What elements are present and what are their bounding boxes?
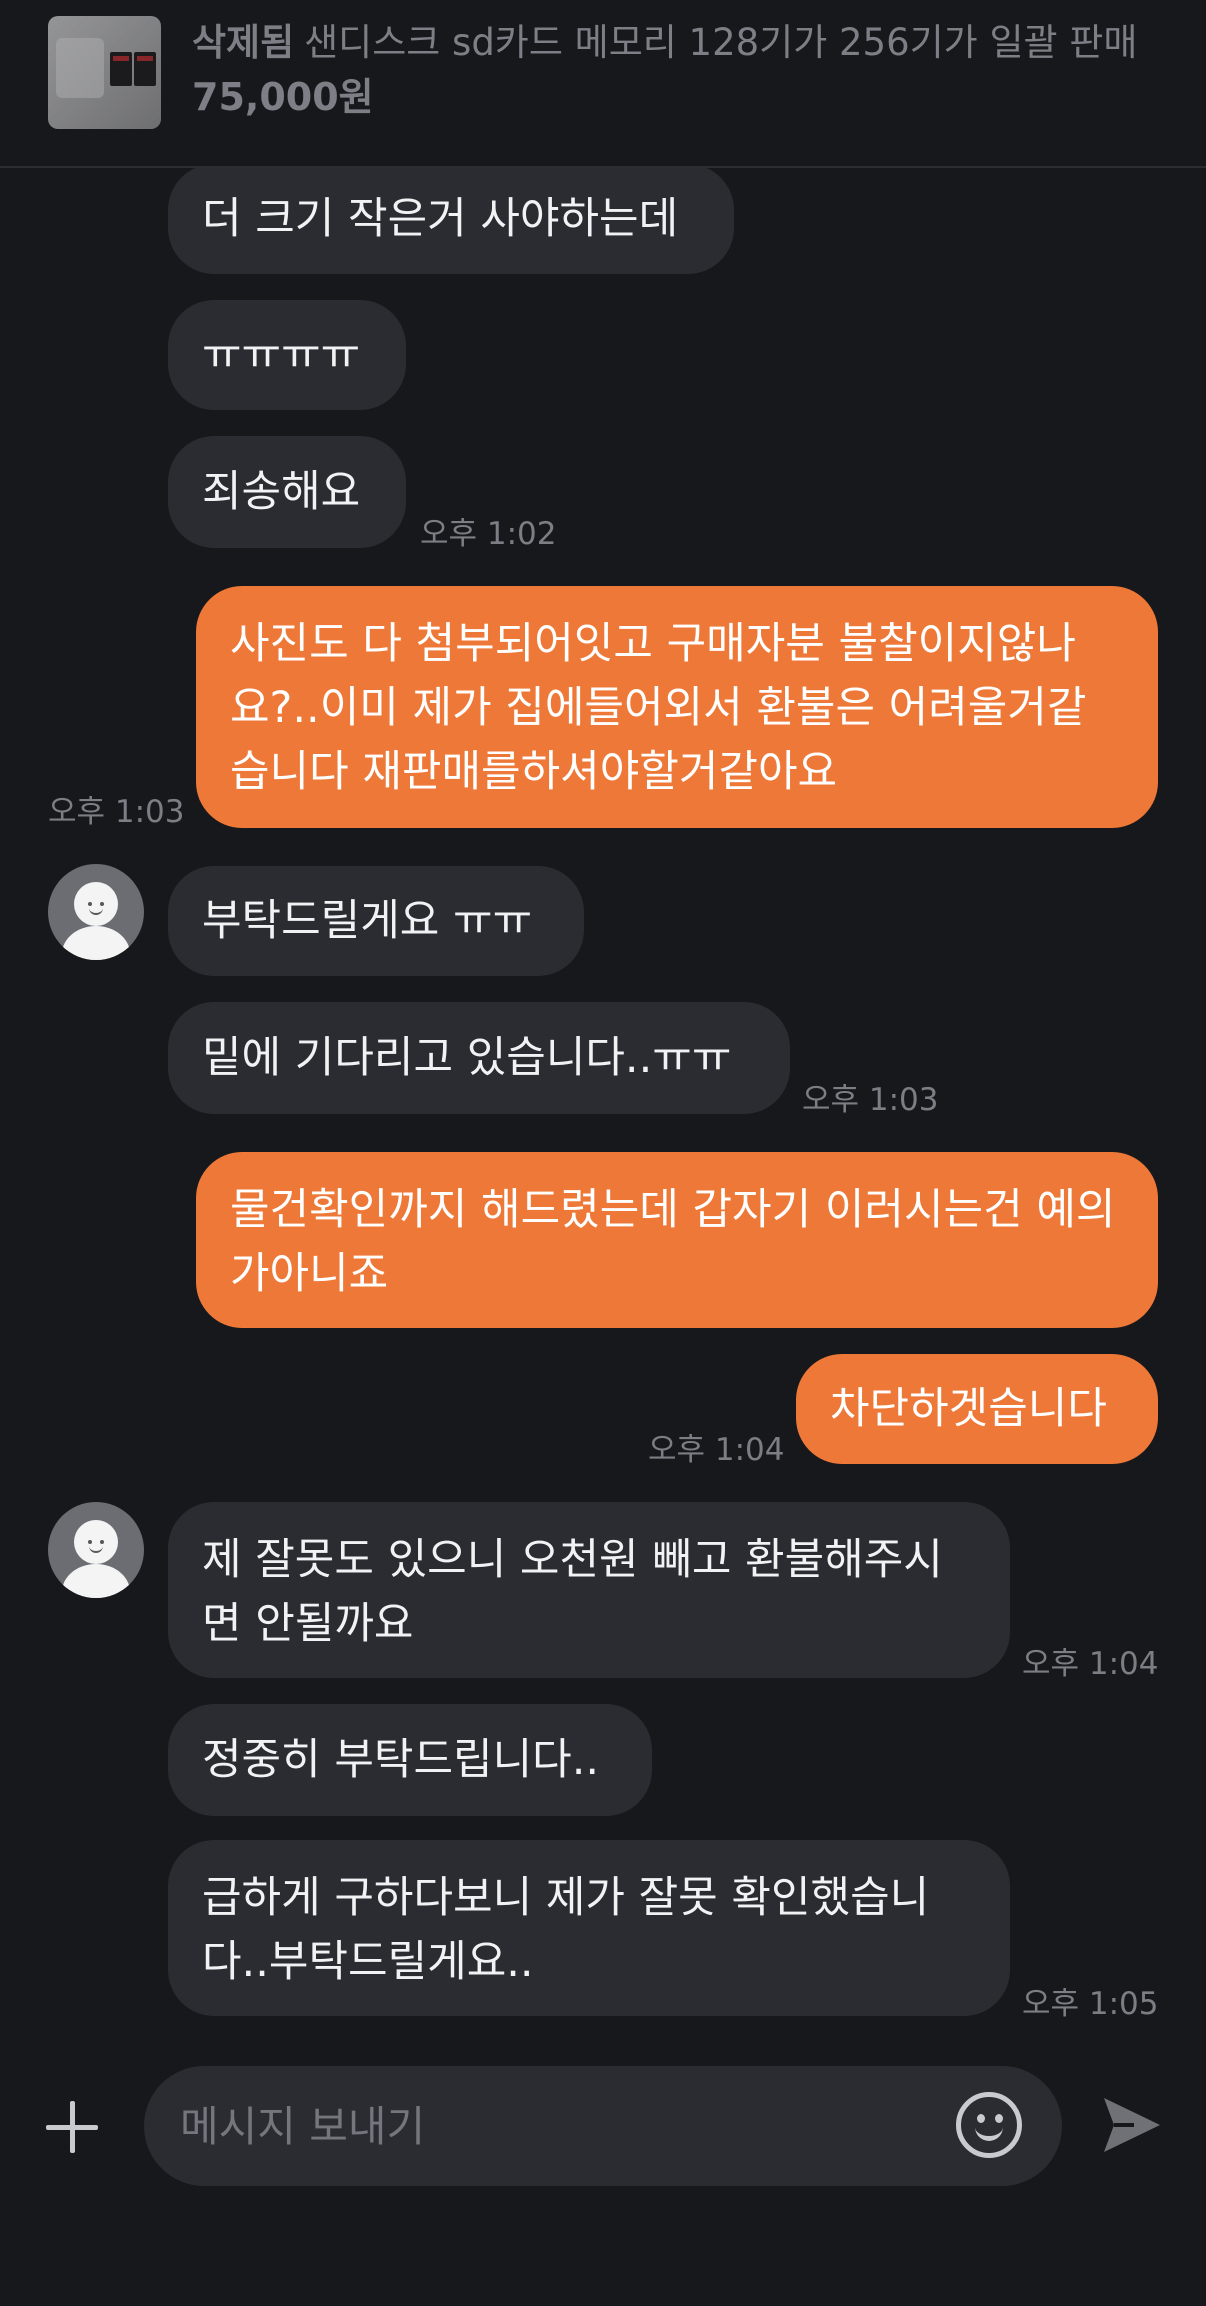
message-text: 차단하겟습니다 xyxy=(830,1384,1107,1434)
emoji-mouth xyxy=(975,2127,1003,2141)
product-header[interactable]: 삭제됨 샌디스크 sd카드 메모리 128기가 256기가 일괄 판매 75,00… xyxy=(0,0,1206,168)
message-input[interactable] xyxy=(180,2094,960,2158)
avatar-eye xyxy=(88,902,92,906)
message-text: 더 크기 작은거 사야하는데 xyxy=(202,194,679,244)
message-time: 오후 1:03 xyxy=(802,1082,939,1118)
message-bubble-incoming: 급하게 구하다보니 제가 잘못 확인했습니다..부탁드릴게요.. xyxy=(168,1840,1010,2016)
message-composer xyxy=(144,2066,1062,2186)
avatar-body xyxy=(62,926,130,960)
message-time: 오후 1:03 xyxy=(48,794,185,830)
message-text: 죄송해요 xyxy=(202,467,361,517)
message-text: 물건확인까지 해드렸는데 갑자기 이러시는건 예의가아니죠 xyxy=(230,1185,1116,1299)
avatar-eye xyxy=(100,902,104,906)
avatar-head xyxy=(74,1520,118,1564)
deleted-status: 삭제됨 xyxy=(192,21,295,64)
plus-icon[interactable] xyxy=(42,2097,102,2157)
message-bubble-incoming: ㅠㅠㅠㅠ xyxy=(168,300,406,410)
avatar-eye xyxy=(88,1540,92,1544)
message-text: 급하게 구하다보니 제가 잘못 확인했습니다..부탁드릴게요.. xyxy=(202,1873,930,1987)
emoji-icon[interactable] xyxy=(956,2092,1022,2158)
avatar-eye xyxy=(100,1540,104,1544)
product-price: 75,000원 xyxy=(192,75,374,119)
message-bubble-outgoing: 사진도 다 첨부되어잇고 구매자분 불찰이지않나요?..이미 제가 집에들어외서… xyxy=(196,586,1158,828)
message-text: 정중히 부탁드립니다.. xyxy=(202,1735,600,1785)
sender-avatar[interactable] xyxy=(48,1502,144,1598)
message-time: 오후 1:04 xyxy=(1022,1646,1159,1682)
message-time: 오후 1:02 xyxy=(420,516,557,552)
message-time: 오후 1:04 xyxy=(648,1432,785,1468)
product-title-line: 삭제됨 샌디스크 sd카드 메모리 128기가 256기가 일괄 판매 xyxy=(192,18,1172,68)
message-bubble-outgoing: 차단하겟습니다 xyxy=(796,1354,1158,1464)
avatar-head xyxy=(74,882,118,926)
message-bubble-incoming: 죄송해요 xyxy=(168,436,406,548)
send-icon[interactable] xyxy=(1100,2092,1164,2158)
message-time: 오후 1:05 xyxy=(1022,1986,1159,2022)
product-title: 샌디스크 sd카드 메모리 128기가 256기가 일괄 판매 xyxy=(304,21,1138,64)
product-thumbnail[interactable] xyxy=(48,16,161,129)
product-image-card xyxy=(134,52,156,86)
message-bubble-incoming: 부탁드릴게요 ㅠㅠ xyxy=(168,866,584,976)
sender-avatar[interactable] xyxy=(48,864,144,960)
message-bubble-incoming: 제 잘못도 있으니 오천원 빼고 환불해주시면 안될까요 xyxy=(168,1502,1010,1678)
message-text: 부탁드릴게요 ㅠㅠ xyxy=(202,896,533,946)
emoji-eye xyxy=(977,2114,985,2123)
avatar-body xyxy=(62,1564,130,1598)
message-bubble-incoming: 더 크기 작은거 사야하는데 xyxy=(168,164,734,274)
message-text: 제 잘못도 있으니 오천원 빼고 환불해주시면 안될까요 xyxy=(202,1535,943,1649)
message-bubble-incoming: 밑에 기다리고 있습니다..ㅠㅠ xyxy=(168,1002,790,1114)
product-image-card xyxy=(110,52,132,86)
message-text: ㅠㅠㅠㅠ xyxy=(202,330,361,380)
message-bubble-incoming: 정중히 부탁드립니다.. xyxy=(168,1704,652,1816)
message-text: 사진도 다 첨부되어잇고 구매자분 불찰이지않나요?..이미 제가 집에들어외서… xyxy=(230,619,1087,797)
message-text: 밑에 기다리고 있습니다..ㅠㅠ xyxy=(202,1033,732,1083)
product-image-case xyxy=(56,38,104,98)
emoji-eye xyxy=(995,2114,1003,2123)
message-bubble-outgoing: 물건확인까지 해드렸는데 갑자기 이러시는건 예의가아니죠 xyxy=(196,1152,1158,1328)
